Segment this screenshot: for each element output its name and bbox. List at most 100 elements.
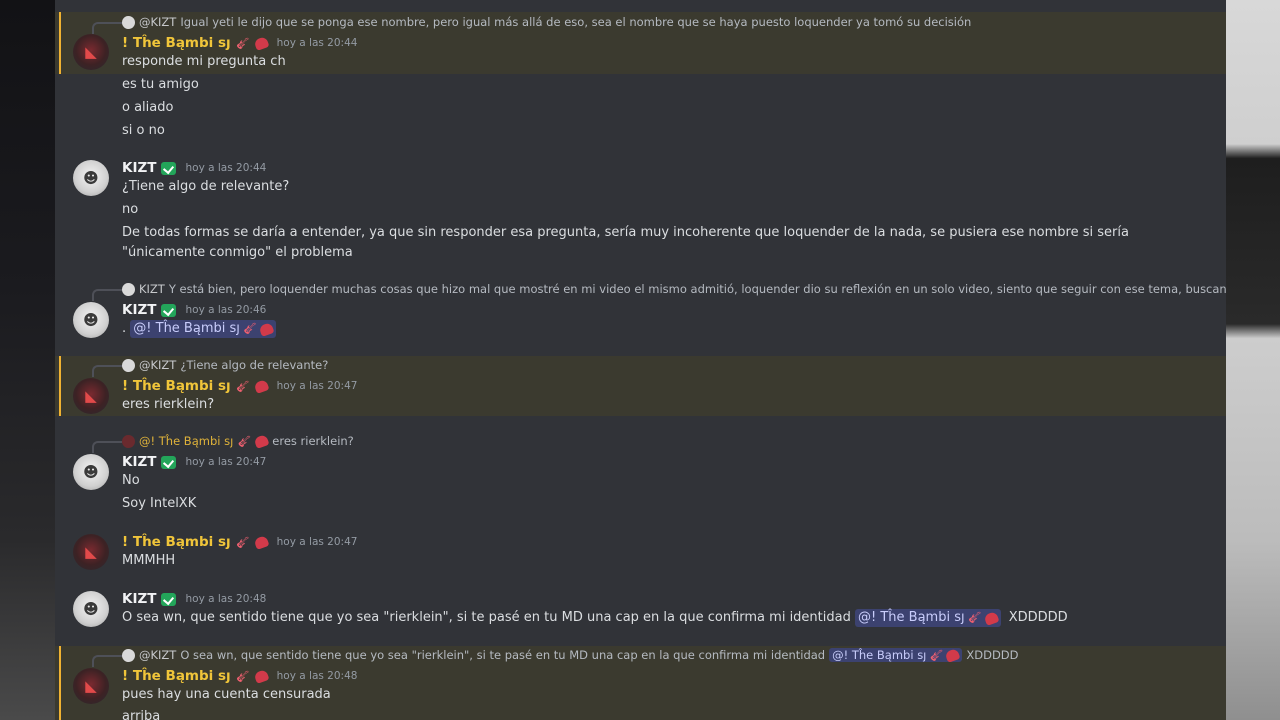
reply-author: @KIZT xyxy=(139,648,177,662)
username[interactable]: KIZT xyxy=(122,160,156,176)
message-header: ! Tĥe Bąmbi sȷ 🎸︎ hoy a las 20:47 xyxy=(122,533,357,551)
guitar-icon: 🎸︎ xyxy=(235,379,250,393)
heart-icon xyxy=(253,378,270,394)
mention-text: @! Tĥe Bąmbi sȷ xyxy=(133,321,240,336)
timestamp: hoy a las 20:47 xyxy=(276,380,358,392)
guitar-icon: 🎸︎ xyxy=(237,434,252,448)
message-text: MMMHH xyxy=(122,553,176,568)
chat-panel[interactable]: @KIZT Igual yeti le dijo que se ponga es… xyxy=(55,0,1226,720)
reply-text: Igual yeti le dijo que se ponga ese nomb… xyxy=(180,15,972,29)
heart-icon xyxy=(253,534,270,550)
reply-preview[interactable]: @KIZT ¿Tiene algo de relevante? xyxy=(92,357,328,377)
message-header: KIZT hoy a las 20:47 xyxy=(122,453,266,471)
message-group: @KIZT ¿Tiene algo de relevante? ◣ ! Tĥe … xyxy=(55,356,1226,416)
user-mention[interactable]: @! Tĥe Bąmbi sȷ 🎸︎ xyxy=(855,609,1001,627)
avatar[interactable]: ◣ xyxy=(73,534,109,570)
reply-avatar xyxy=(122,434,135,448)
message-text: pues hay una cuenta censurada xyxy=(122,687,331,702)
username[interactable]: KIZT xyxy=(122,454,156,470)
reply-author: @KIZT xyxy=(139,15,177,29)
avatar[interactable]: ☻ xyxy=(73,160,109,196)
message-text: De todas formas se daría a entender, ya … xyxy=(122,225,1129,260)
reply-avatar xyxy=(122,15,135,29)
username[interactable]: ! Tĥe Bąmbi sȷ xyxy=(122,378,231,394)
message-text: no xyxy=(122,202,139,217)
message-text: o aliado xyxy=(122,100,174,115)
message-header: KIZT hoy a las 20:44 xyxy=(122,159,266,177)
green-check-badge-icon xyxy=(161,161,177,175)
green-check-badge-icon xyxy=(161,455,177,469)
message-header: ! Tĥe Bąmbi sȷ 🎸︎ hoy a las 20:47 xyxy=(122,377,357,395)
mention-text: @! Tĥe Bąmbi sȷ xyxy=(858,610,965,625)
reply-text: eres rierklein? xyxy=(272,434,354,448)
username[interactable]: ! Tĥe Bąmbi sȷ xyxy=(122,668,231,684)
guitar-icon: 🎸︎ xyxy=(235,669,250,683)
message-text: es tu amigo xyxy=(122,77,199,92)
heart-icon xyxy=(253,35,270,51)
reply-avatar xyxy=(122,358,135,372)
timestamp: hoy a las 20:46 xyxy=(185,304,267,316)
reply-text: XDDDDD xyxy=(966,648,1019,662)
green-check-badge-icon xyxy=(161,303,177,317)
guitar-icon: 🎸︎ xyxy=(967,611,982,624)
message-group: @KIZT O sea wn, que sentido tiene que yo… xyxy=(55,646,1226,720)
reply-connector xyxy=(92,289,122,301)
reply-avatar xyxy=(122,648,135,662)
guitar-icon: 🎸︎ xyxy=(242,322,257,335)
background-right xyxy=(1226,0,1280,720)
message-line: O sea wn, que sentido tiene que yo sea "… xyxy=(122,609,1068,627)
heart-icon xyxy=(253,433,270,449)
avatar[interactable]: ◣ xyxy=(73,378,109,414)
reply-preview[interactable]: KIZT Y está bien, pero loquender muchas … xyxy=(92,281,1226,301)
timestamp: hoy a las 20:47 xyxy=(185,456,267,468)
username[interactable]: ! Tĥe Bąmbi sȷ xyxy=(122,35,231,51)
message-header: KIZT hoy a las 20:46 xyxy=(122,301,266,319)
background-left xyxy=(0,0,55,720)
timestamp: hoy a las 20:44 xyxy=(276,37,358,49)
avatar[interactable]: ☻ xyxy=(73,454,109,490)
reply-preview[interactable]: @! Tĥe Bąmbi sȷ 🎸︎ eres rierklein? xyxy=(92,433,354,453)
green-check-badge-icon xyxy=(161,592,177,606)
reply-connector xyxy=(92,22,122,34)
mention-text: @! Tĥe Bąmbi sȷ xyxy=(832,648,927,662)
heart-icon xyxy=(258,321,275,337)
timestamp: hoy a las 20:48 xyxy=(185,593,267,605)
message-text: . xyxy=(122,321,127,336)
message-text: eres rierklein? xyxy=(122,397,215,412)
reply-text: O sea wn, que sentido tiene que yo sea "… xyxy=(180,648,826,662)
reply-connector xyxy=(92,655,122,667)
heart-icon xyxy=(983,610,1000,626)
username[interactable]: ! Tĥe Bąmbi sȷ xyxy=(122,534,231,550)
message-text: arriba xyxy=(122,709,161,720)
reply-connector xyxy=(92,441,122,453)
timestamp: hoy a las 20:44 xyxy=(185,162,267,174)
message-text: ¿Tiene algo de relevante? xyxy=(122,179,290,194)
timestamp: hoy a las 20:48 xyxy=(276,670,358,682)
user-mention[interactable]: @! Tĥe Bąmbi sȷ 🎸︎ xyxy=(829,647,963,663)
avatar[interactable]: ☻ xyxy=(73,302,109,338)
reply-preview[interactable]: @KIZT O sea wn, que sentido tiene que yo… xyxy=(92,647,1019,667)
username[interactable]: KIZT xyxy=(122,302,156,318)
reply-avatar xyxy=(122,282,135,296)
message-text: No xyxy=(122,473,140,488)
message-header: KIZT hoy a las 20:48 xyxy=(122,590,266,608)
avatar[interactable]: ◣ xyxy=(73,34,109,70)
avatar[interactable]: ☻ xyxy=(73,591,109,627)
user-mention[interactable]: @! Tĥe Bąmbi sȷ 🎸︎ xyxy=(130,320,276,338)
guitar-icon: 🎸︎ xyxy=(235,535,250,549)
reply-connector xyxy=(92,365,122,377)
message-text: si o no xyxy=(122,123,165,138)
timestamp: hoy a las 20:47 xyxy=(276,536,358,548)
message-line: . @! Tĥe Bąmbi sȷ 🎸︎ xyxy=(122,320,276,338)
message-header: ! Tĥe Bąmbi sȷ 🎸︎ hoy a las 20:48 xyxy=(122,667,357,685)
username[interactable]: KIZT xyxy=(122,591,156,607)
heart-icon xyxy=(253,668,270,684)
guitar-icon: 🎸︎ xyxy=(929,648,944,662)
reply-author: KIZT xyxy=(139,282,165,296)
reply-author: @! Tĥe Bąmbi sȷ xyxy=(139,434,234,448)
reply-preview[interactable]: @KIZT Igual yeti le dijo que se ponga es… xyxy=(92,14,972,34)
avatar[interactable]: ◣ xyxy=(73,668,109,704)
heart-icon xyxy=(944,647,961,663)
reply-text: Y está bien, pero loquender muchas cosas… xyxy=(168,282,1226,296)
message-text: Soy IntelXK xyxy=(122,496,197,511)
